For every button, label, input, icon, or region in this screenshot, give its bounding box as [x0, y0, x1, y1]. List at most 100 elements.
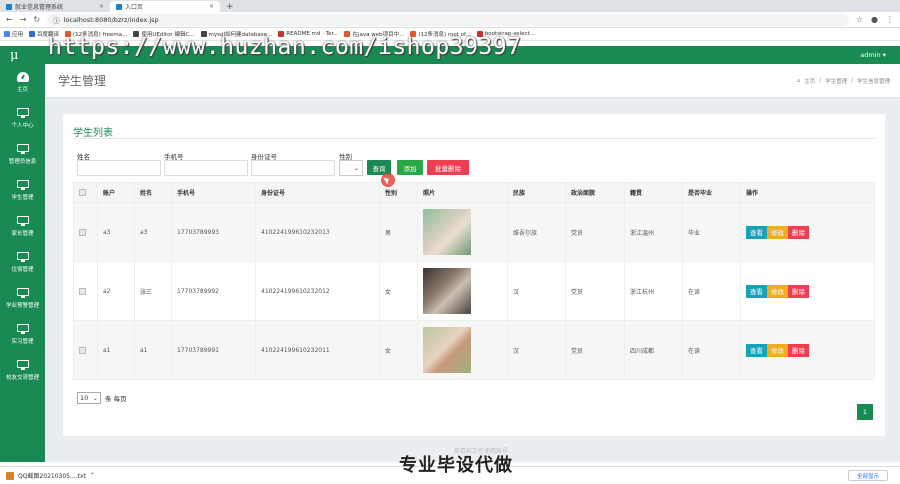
edit-button[interactable]: 修改 [767, 225, 788, 239]
page-size-select[interactable]: 10 ⌄ [77, 392, 101, 404]
cell-phone: 17703789992 [171, 261, 256, 321]
cell-gender: 女 [379, 261, 418, 321]
col-idcard: 身份证号 [255, 182, 380, 203]
tab-label: 就业信息管理系统 [15, 4, 64, 11]
sidebar-item-dorm[interactable]: 住宿管理 [0, 244, 45, 280]
menu-icon[interactable]: ⋮ [886, 15, 894, 24]
cell-name: a3 [134, 202, 172, 262]
delete-button[interactable]: 删除 [788, 225, 809, 239]
cell-account: a1 [97, 320, 135, 380]
monitor-icon [16, 179, 29, 190]
home-icon: ⌂ [796, 77, 801, 84]
delete-button[interactable]: 删除 [788, 343, 809, 357]
favicon-icon [116, 3, 122, 10]
name-input[interactable] [77, 160, 161, 176]
browser-tab[interactable]: 就业信息管理系统 × [0, 1, 110, 12]
cell-graduated: 在读 [682, 261, 741, 321]
row-checkbox[interactable] [79, 287, 86, 295]
cell-hometown: 浙江温州 [624, 202, 683, 262]
profile-icon[interactable]: ● [871, 15, 878, 24]
edit-button[interactable]: 修改 [767, 343, 788, 357]
col-account: 账户 [97, 182, 135, 203]
close-tab-icon[interactable]: × [99, 3, 104, 10]
col-politics: 政治面貌 [565, 182, 625, 203]
forward-icon[interactable]: → [20, 15, 27, 24]
sidebar: 主页 个人中心 管理员信息 学生管理 家长管理 住宿管理 学业预警管理 实习管理… [0, 64, 45, 462]
sidebar-item-internship[interactable]: 实习管理 [0, 316, 45, 352]
sidebar-item-warning[interactable]: 学业预警管理 [0, 280, 45, 316]
cell-phone: 17703789993 [171, 202, 256, 262]
cell-ethnicity: 汉 [507, 320, 566, 380]
chevron-up-icon[interactable]: ⌃ [90, 472, 95, 479]
phone-input[interactable] [164, 160, 248, 176]
bookmark-star-icon[interactable]: ☆ [856, 15, 863, 24]
show-all-button[interactable]: 全部显示 [847, 470, 888, 481]
select-all-cell[interactable] [73, 182, 98, 203]
batch-delete-button[interactable]: 批量删除 [427, 160, 469, 175]
breadcrumb-level1[interactable]: 学生管理 [825, 77, 847, 85]
reload-icon[interactable]: ↻ [33, 15, 40, 24]
cell-ethnicity: 维吾尔族 [507, 202, 566, 262]
sidebar-item-profile[interactable]: 个人中心 [0, 100, 45, 136]
view-button[interactable]: 查看 [746, 225, 767, 239]
monitor-icon [16, 215, 29, 226]
idcard-input[interactable] [251, 160, 335, 176]
info-icon: ⓘ [53, 16, 60, 25]
monitor-icon [16, 287, 29, 298]
edit-button[interactable]: 修改 [767, 284, 788, 298]
sidebar-item-parents[interactable]: 家长管理 [0, 208, 45, 244]
student-photo[interactable] [423, 268, 471, 314]
url-input[interactable]: ⓘ localhost:8080/bzrz/index.jsp [47, 13, 849, 26]
row-checkbox[interactable] [79, 228, 86, 236]
file-icon [6, 471, 14, 480]
gender-select[interactable]: ⌄ [339, 160, 363, 176]
breadcrumb-home[interactable]: 主页 [804, 77, 815, 85]
delete-button[interactable]: 删除 [788, 284, 809, 298]
row-checkbox[interactable] [79, 346, 86, 354]
new-tab-icon[interactable]: + [220, 1, 240, 12]
cell-name: a1 [134, 320, 172, 380]
bookmark-icon [29, 31, 36, 37]
table-header-row: 账户 姓名 手机号 身份证号 性别 照片 民族 政治面貌 籍贯 是否毕业 操作 [73, 182, 875, 203]
user-menu[interactable]: admin ▾ [860, 51, 886, 59]
mouse-cursor [381, 173, 395, 187]
table-row: a2 张三 17703789992 410224199610232012 女 汉… [73, 261, 875, 321]
sidebar-item-home[interactable]: 主页 [0, 64, 45, 100]
monitor-icon [16, 143, 29, 154]
bookmark-item[interactable]: 应用 [4, 30, 23, 38]
browser-tab-bar: 就业信息管理系统 × 入口页 × + [0, 0, 900, 12]
cell-hometown: 浙江杭州 [624, 261, 683, 321]
col-actions: 操作 [740, 182, 875, 203]
view-button[interactable]: 查看 [746, 284, 767, 298]
sidebar-item-alumni[interactable]: 校友交流管理 [0, 352, 45, 388]
download-item[interactable]: QQ截图20210305....txt [18, 471, 86, 480]
cell-phone: 17703789991 [171, 320, 256, 380]
col-phone: 手机号 [171, 182, 256, 203]
chevron-down-icon: ⌄ [353, 164, 359, 172]
cell-account: a2 [97, 261, 135, 321]
back-icon[interactable]: ← [6, 15, 13, 24]
main-content: 学生管理 ⌂ 主页 / 学生管理 / 学生信息管理 学生列表 姓名 手机号 身份… [45, 64, 900, 462]
add-button[interactable]: 添加 [397, 160, 423, 175]
table-row: a1 a1 17703789991 410224199610232011 女 汉… [73, 320, 875, 380]
select-all-checkbox[interactable] [79, 189, 86, 196]
student-photo[interactable] [423, 209, 471, 255]
cell-idcard: 410224199610232012 [255, 261, 380, 321]
cell-actions: 查看 修改 删除 [740, 320, 875, 380]
page-button-current[interactable]: 1 [857, 404, 873, 420]
monitor-icon [16, 359, 29, 370]
cell-ethnicity: 汉 [507, 261, 566, 321]
close-tab-icon[interactable]: × [209, 3, 214, 10]
student-photo[interactable] [423, 327, 471, 373]
student-list-card: 学生列表 姓名 手机号 身份证号 性别 ⌄ 查询 添加 批量删除 账户 姓名 手… [63, 114, 885, 436]
cell-idcard: 410224199610232011 [255, 320, 380, 380]
sidebar-item-students[interactable]: 学生管理 [0, 172, 45, 208]
browser-tab-active[interactable]: 入口页 × [110, 1, 220, 12]
col-graduated: 是否毕业 [682, 182, 741, 203]
sidebar-item-admins[interactable]: 管理员信息 [0, 136, 45, 172]
cell-politics: 党员 [565, 320, 625, 380]
watermark-text: https://www.huzhan.com/ishop39397 [48, 34, 522, 60]
view-button[interactable]: 查看 [746, 343, 767, 357]
cell-photo [417, 202, 508, 262]
cell-graduated: 毕业 [682, 202, 741, 262]
